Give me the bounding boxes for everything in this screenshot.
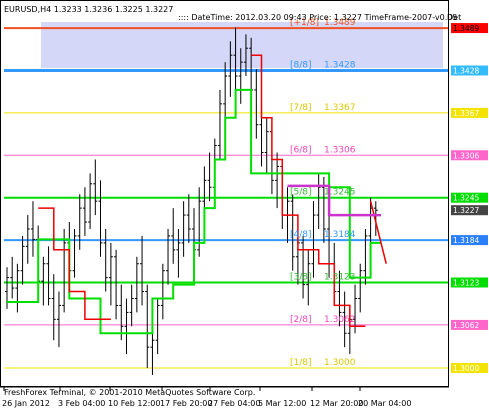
time-label: 27 Feb 04:00: [208, 399, 260, 408]
level-value: 1.3123: [324, 273, 356, 283]
info-bar-tail: Det: [447, 13, 461, 22]
level-value: 1.3000: [324, 358, 356, 368]
time-label: 12 Mar 20:00: [310, 399, 363, 408]
level-label: [1/8]: [290, 358, 312, 368]
price-tag-label: 1.3489: [453, 24, 479, 33]
price-tag-label: 1.3123: [453, 279, 479, 288]
time-label: 10 Feb 12:00: [108, 399, 160, 408]
price-tag-label: 1.3306: [453, 151, 479, 160]
level-value: 1.3062: [324, 315, 356, 325]
time-label: 26 Jan 2012: [2, 399, 50, 408]
symbol-header: EURUSD,H4 1.3233 1.3236 1.3225 1.3227: [4, 5, 173, 14]
level-label: [7/8]: [290, 103, 312, 113]
info-bar: :::: DateTime: 2012.03.20 09:43 Price: 1…: [178, 13, 457, 22]
current-price-label: 1.3227: [453, 206, 479, 215]
price-tag-label: 1.3367: [453, 109, 479, 118]
level-value: 1.3245: [324, 188, 356, 198]
time-label: 3 Feb 04:00: [58, 399, 105, 408]
price-tag-label: 1.3062: [453, 321, 479, 330]
price-axis: 1.3489 1.3428 1.3367 1.3306 1.3245 1.3184 1.31…: [451, 23, 488, 374]
price-chart[interactable]: [+1/8] 1.3489[8/8] 1.3428[7/8] 1.3367[6/8] 1…: [0, 0, 489, 412]
level-value: 1.3306: [324, 145, 356, 155]
copyright-text: FreshForex Terminal, © 2001-2010 MetaQuo…: [4, 388, 255, 397]
price-tag-label: 1.3184: [453, 236, 479, 245]
level-label: [2/8]: [290, 315, 312, 325]
price-tag-label: 1.3428: [453, 66, 479, 75]
level-label: [8/8]: [290, 60, 312, 70]
level-label: [4/8]: [290, 230, 312, 240]
level-label: [5/8]: [290, 188, 312, 198]
time-label: 5 Mar 12:00: [258, 399, 306, 408]
level-value: 1.3184: [324, 230, 356, 240]
time-label: 17 Feb 20:00: [160, 399, 212, 408]
time-label: 20 Mar 04:00: [358, 399, 411, 408]
price-tag-label: 1.3245: [453, 194, 479, 203]
level-label: [6/8]: [290, 145, 312, 155]
level-value: 1.3428: [324, 60, 356, 70]
level-value: 1.3367: [324, 103, 356, 113]
price-tag-label: 1.3000: [453, 364, 479, 373]
level-label: [3/8]: [290, 273, 312, 283]
